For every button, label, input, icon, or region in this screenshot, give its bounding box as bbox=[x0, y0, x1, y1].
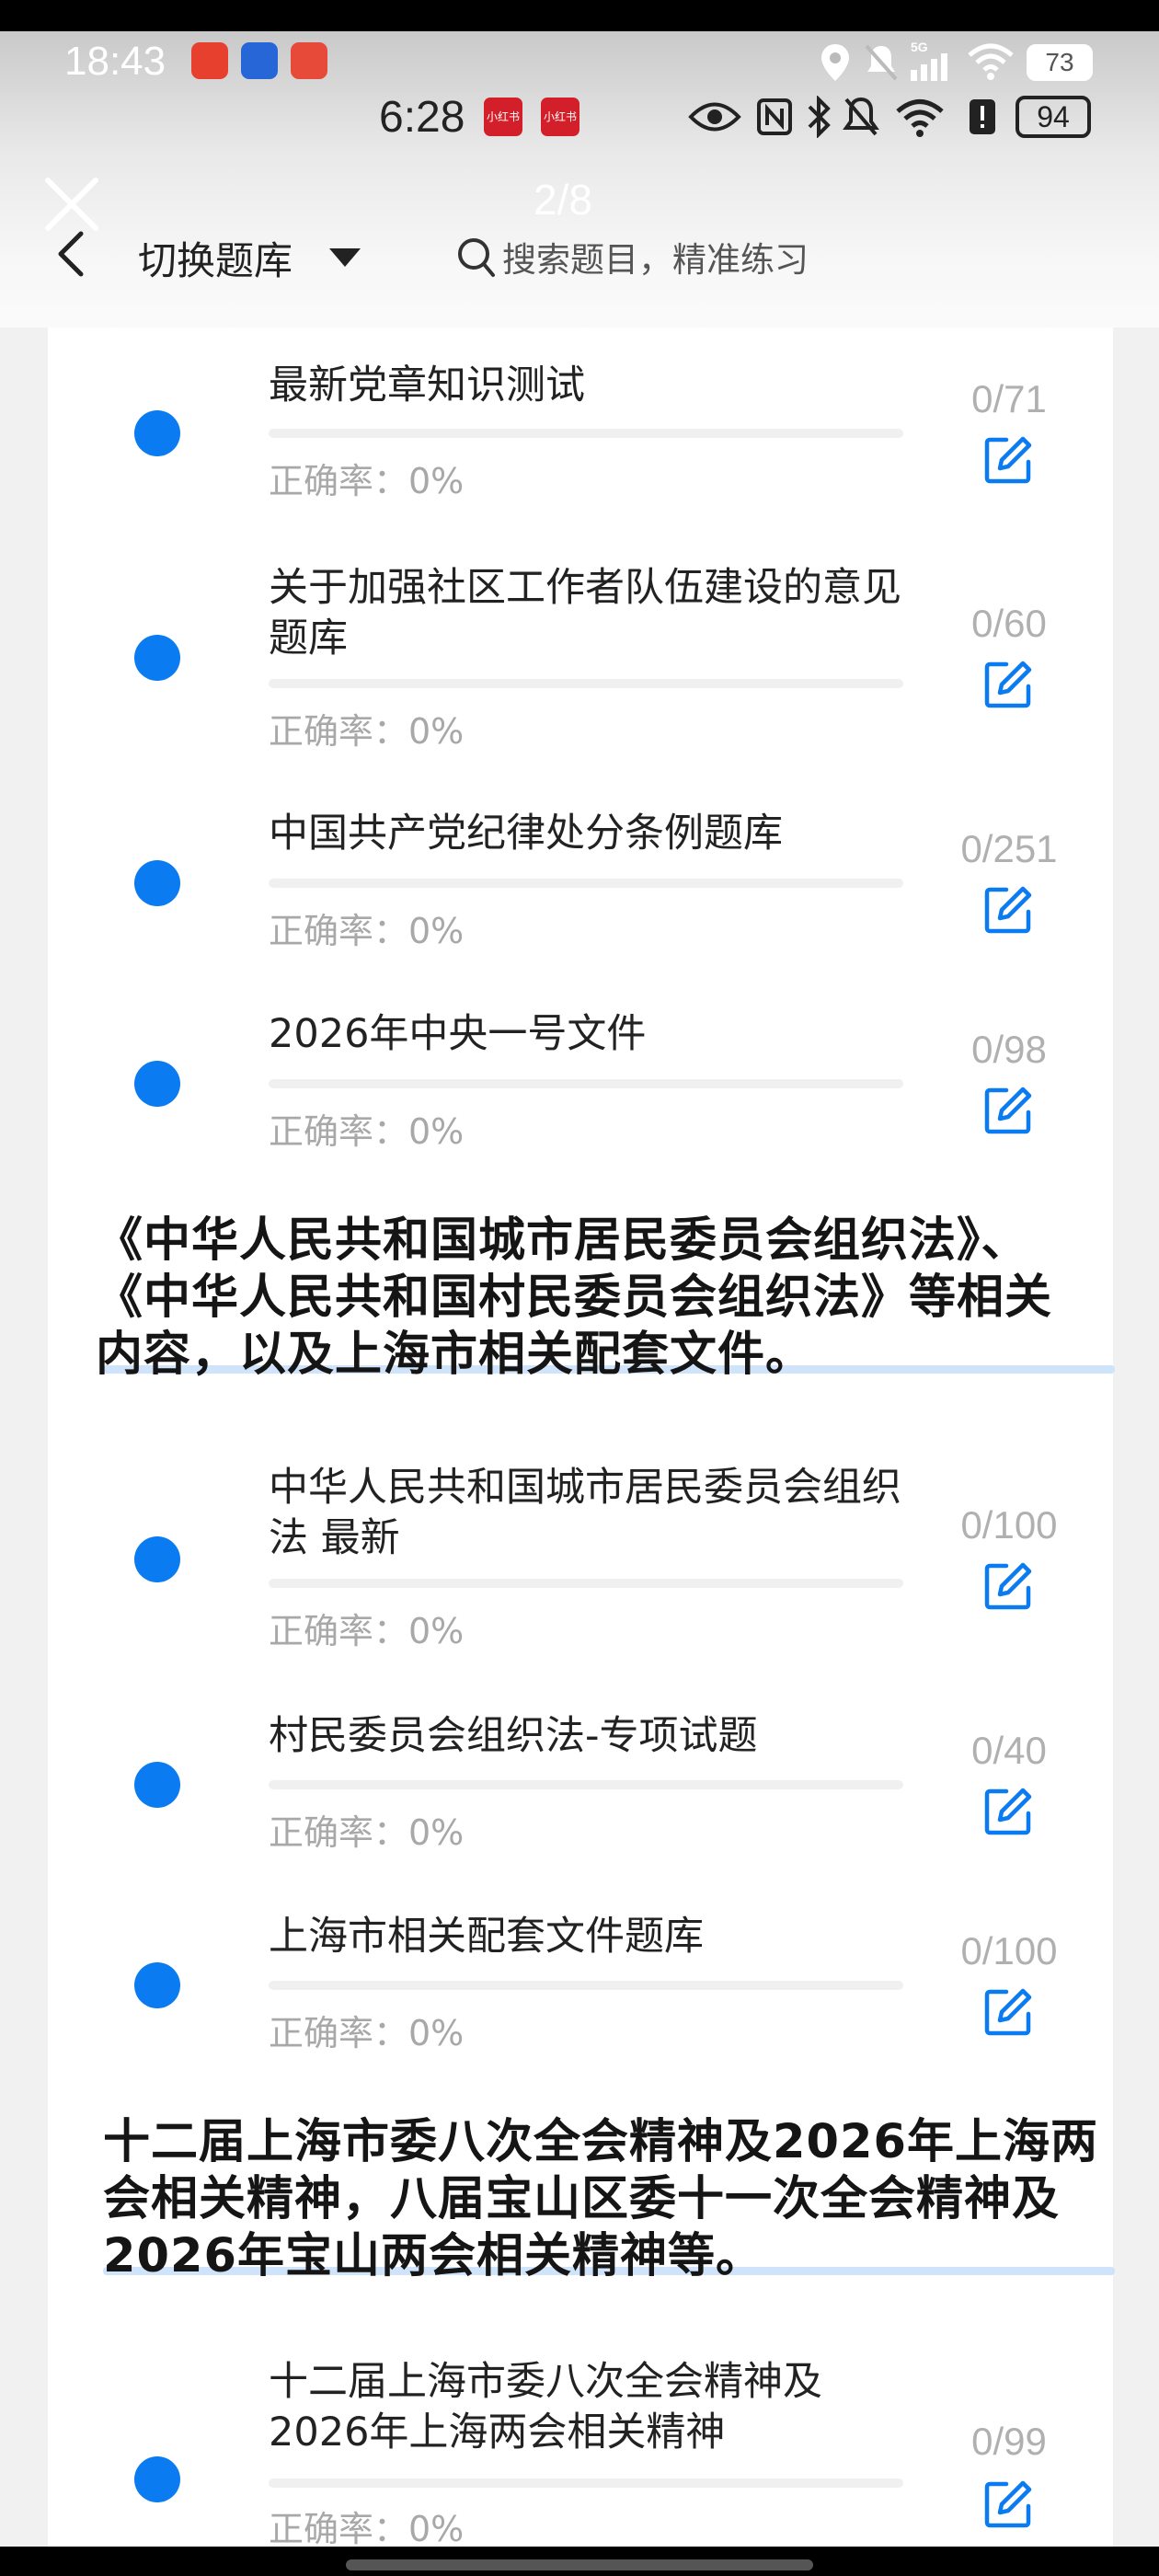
search-input[interactable]: 搜索题目，精准练习 bbox=[502, 232, 809, 282]
bluetooth-icon bbox=[808, 96, 831, 138]
home-indicator[interactable] bbox=[346, 2559, 813, 2570]
edit-icon[interactable] bbox=[982, 2478, 1034, 2530]
status-dot bbox=[134, 2456, 180, 2502]
outer-clock: 18:43 bbox=[64, 39, 166, 84]
bank-title[interactable]: 中华人民共和国城市居民委员会组织法 最新 bbox=[269, 1463, 912, 1564]
xiaohongshu-app-icon: 小红书 bbox=[484, 98, 522, 136]
answered-count: 0/40 bbox=[971, 1729, 1047, 1772]
answered-count: 0/100 bbox=[960, 1503, 1058, 1547]
inner-battery-indicator: 94 bbox=[1016, 96, 1091, 138]
status-dot bbox=[134, 1762, 180, 1808]
edit-icon[interactable] bbox=[982, 1986, 1034, 2038]
answered-count: 0/100 bbox=[960, 1929, 1058, 1972]
accuracy-label: 正确率：0% bbox=[269, 1812, 465, 1853]
answered-count: 0/99 bbox=[971, 2420, 1047, 2463]
progress-bar bbox=[269, 1780, 903, 1789]
wifi-icon bbox=[968, 43, 1014, 80]
progress-bar bbox=[269, 1981, 903, 1990]
accuracy-label: 正确率：0% bbox=[269, 711, 465, 752]
xiaohongshu-app-icon: 小红书 bbox=[541, 98, 580, 136]
status-dot bbox=[134, 635, 180, 681]
answered-count: 0/60 bbox=[971, 602, 1047, 645]
outer-battery-indicator: 73 bbox=[1027, 44, 1093, 81]
answered-count: 0/71 bbox=[971, 377, 1047, 420]
answered-count: 0/98 bbox=[971, 1028, 1047, 1071]
eye-icon bbox=[688, 102, 741, 132]
progress-bar bbox=[269, 679, 903, 688]
status-dot bbox=[134, 860, 180, 906]
caret-down-icon[interactable] bbox=[329, 248, 361, 267]
inner-clock: 6:28 bbox=[379, 93, 465, 142]
edit-icon[interactable] bbox=[982, 659, 1034, 710]
section-heading: 《中华人民共和国城市居民委员会组织法》、《中华人民共和国村民委员会组织法》等相关… bbox=[96, 1213, 1053, 1382]
signal-5g-icon: 5G bbox=[911, 40, 947, 81]
top-black-band bbox=[0, 0, 1159, 31]
back-arrow-icon[interactable] bbox=[53, 228, 90, 280]
progress-bar bbox=[269, 1079, 903, 1088]
progress-bar bbox=[269, 879, 903, 888]
inner-status-bar: 6:28 小红书 小红书 94 bbox=[0, 86, 1159, 147]
status-dot bbox=[134, 1536, 180, 1582]
edit-icon[interactable] bbox=[982, 434, 1034, 486]
bank-title[interactable]: 中国共产党纪律处分条例题库 bbox=[269, 809, 912, 859]
accuracy-label: 正确率：0% bbox=[269, 2013, 465, 2053]
edit-icon[interactable] bbox=[982, 1786, 1034, 1837]
app-notification-icon bbox=[191, 42, 228, 79]
location-icon bbox=[821, 44, 849, 81]
progress-bar bbox=[269, 1579, 903, 1588]
bank-title[interactable]: 村民委员会组织法-专项试题 bbox=[269, 1711, 912, 1762]
accuracy-label: 正确率：0% bbox=[269, 911, 465, 951]
edit-icon[interactable] bbox=[982, 884, 1034, 936]
edit-icon[interactable] bbox=[982, 1560, 1034, 1612]
app-notification-icon bbox=[291, 42, 327, 79]
status-dot bbox=[134, 1962, 180, 2008]
accuracy-label: 正确率：0% bbox=[269, 2509, 465, 2549]
nfc-icon bbox=[757, 98, 792, 135]
alert-icon bbox=[970, 99, 995, 134]
wifi-icon bbox=[896, 99, 944, 137]
bank-title[interactable]: 关于加强社区工作者队伍建设的意见题库 bbox=[269, 563, 912, 664]
switch-question-bank-button[interactable]: 切换题库 bbox=[138, 230, 293, 286]
bank-title[interactable]: 2026年中央一号文件 bbox=[269, 1009, 912, 1060]
progress-bar bbox=[269, 2478, 903, 2488]
search-icon[interactable] bbox=[456, 236, 497, 280]
answered-count: 0/251 bbox=[960, 827, 1058, 870]
accuracy-label: 正确率：0% bbox=[269, 1111, 465, 1152]
edit-icon[interactable] bbox=[982, 1085, 1034, 1136]
mute-icon bbox=[843, 97, 879, 136]
accuracy-label: 正确率：0% bbox=[269, 461, 465, 501]
bank-title[interactable]: 最新党章知识测试 bbox=[269, 361, 912, 411]
bank-title[interactable]: 上海市相关配套文件题库 bbox=[269, 1912, 912, 1962]
status-dot bbox=[134, 410, 180, 456]
app-notification-icon bbox=[241, 42, 278, 79]
bank-title[interactable]: 十二届上海市委八次全会精神及2026年上海两会相关精神 bbox=[269, 2357, 912, 2458]
close-icon[interactable] bbox=[42, 175, 101, 234]
progress-bar bbox=[269, 429, 903, 438]
accuracy-label: 正确率：0% bbox=[269, 1611, 465, 1651]
section-heading: 十二届上海市委八次全会精神及2026年上海两会相关精神，八届宝山区委十一次全会精… bbox=[103, 2115, 1098, 2283]
status-dot bbox=[134, 1061, 180, 1107]
mute-icon bbox=[865, 44, 898, 81]
svg-text:5G: 5G bbox=[911, 40, 928, 54]
page-indicator: 2/8 bbox=[534, 176, 592, 224]
